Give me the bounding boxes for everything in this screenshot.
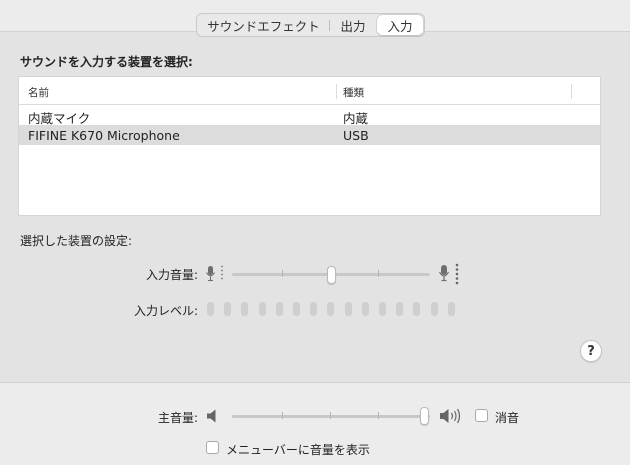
speaker-high-icon [440, 408, 461, 424]
device-settings-title: 選択した装置の設定: [20, 234, 133, 248]
slider-knob[interactable] [420, 407, 429, 425]
device-type: USB [343, 128, 369, 143]
input-level-label: 入力レベル: [133, 304, 198, 318]
level-segment [447, 302, 455, 316]
device-table: 名前 種類 内蔵マイク 内蔵 FIFINE K670 Microphone US… [18, 76, 601, 216]
slider-tick [282, 270, 283, 277]
level-segment [396, 302, 404, 316]
column-header-name[interactable]: 名前 [28, 85, 49, 100]
level-segment [241, 302, 249, 316]
column-divider [336, 84, 337, 99]
mic-high-icon [438, 263, 459, 285]
level-segment [310, 302, 318, 316]
show-volume-in-menubar-checkbox[interactable] [206, 441, 219, 454]
help-button[interactable]: ? [580, 340, 602, 362]
level-segment [379, 302, 386, 316]
tab-output[interactable]: 出力 [330, 14, 376, 36]
slider-tick [282, 412, 283, 419]
slider-tick [330, 412, 331, 419]
column-header-type[interactable]: 種類 [343, 85, 364, 100]
slider-track [232, 415, 430, 418]
level-segment [430, 302, 438, 316]
slider-knob[interactable] [326, 266, 336, 284]
device-name: FIFINE K670 Microphone [28, 128, 180, 143]
tab-sound-effects[interactable]: サウンドエフェクト [197, 14, 330, 36]
level-segment [258, 302, 266, 316]
tab-input[interactable]: 入力 [377, 15, 423, 35]
level-segment [361, 302, 369, 316]
slider-tick [378, 412, 379, 419]
show-volume-in-menubar-label: メニューバーに音量を表示 [226, 443, 370, 457]
input-volume-label: 入力音量: [145, 268, 198, 282]
level-segment [224, 302, 232, 316]
table-header: 名前 種類 [19, 77, 600, 105]
mute-label: 消音 [495, 411, 520, 425]
mute-checkbox[interactable] [475, 409, 488, 422]
level-segment [413, 302, 421, 316]
column-divider [571, 84, 572, 99]
mic-low-icon [206, 265, 223, 282]
level-segment [275, 302, 283, 316]
device-section-title: サウンドを入力する装置を選択: [20, 55, 193, 69]
slider-tick [378, 270, 379, 277]
speaker-low-icon [207, 409, 216, 423]
level-segment [344, 302, 352, 316]
table-row[interactable]: 内蔵マイク 内蔵 [19, 105, 600, 126]
tab-bar: サウンドエフェクト 出力 入力 [196, 13, 425, 37]
level-segment [327, 302, 335, 316]
level-segment [207, 302, 214, 316]
master-volume-label: 主音量: [157, 411, 198, 425]
table-row[interactable]: FIFINE K670 Microphone USB [19, 125, 600, 145]
level-segment [293, 302, 300, 316]
